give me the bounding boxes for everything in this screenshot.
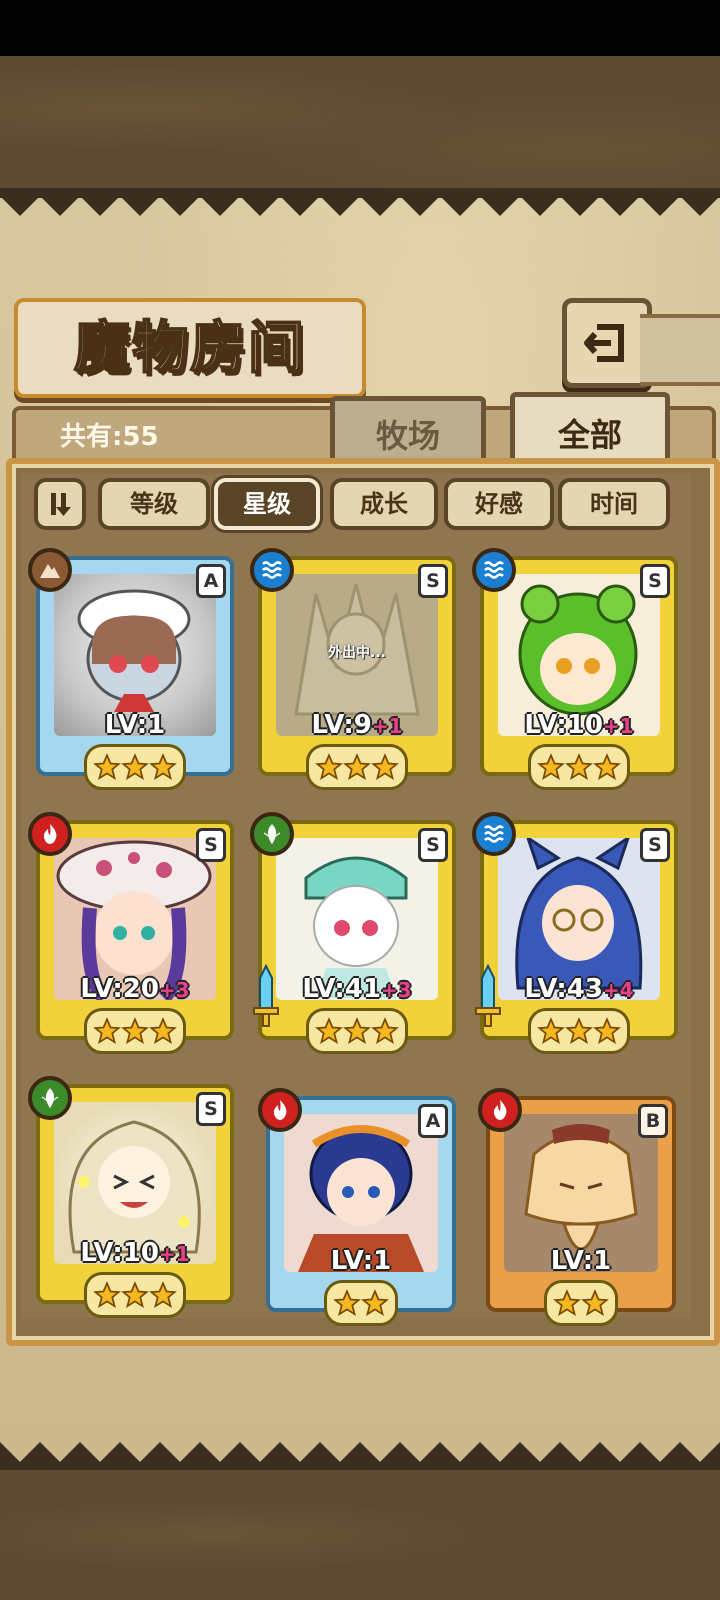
level-label: LV:10+1 bbox=[524, 710, 634, 740]
star-icon bbox=[343, 753, 371, 780]
sort-order-icon bbox=[51, 493, 71, 516]
leaf-icon bbox=[41, 1088, 59, 1109]
star-icon bbox=[361, 1289, 389, 1316]
monster-count: 共有:55 bbox=[60, 422, 159, 452]
star-icon bbox=[121, 753, 149, 780]
star-icon bbox=[93, 753, 121, 780]
element-grass-badge bbox=[250, 812, 294, 856]
page-title: 魔物房间 bbox=[73, 314, 306, 382]
star-icon bbox=[121, 1281, 149, 1308]
monster-card[interactable]: S LV:43+4 bbox=[472, 812, 678, 1054]
title-plate: 魔物房间 bbox=[14, 298, 366, 398]
monster-card[interactable]: S LV:41+3 bbox=[250, 812, 456, 1054]
star-icon bbox=[121, 1017, 149, 1044]
star-icon bbox=[565, 753, 593, 780]
star-icon bbox=[371, 1017, 399, 1044]
level-label: LV:1 bbox=[104, 710, 166, 740]
monster-card[interactable]: S LV:10+1 bbox=[28, 1076, 234, 1318]
element-fire-badge bbox=[28, 812, 72, 856]
map-background-top bbox=[0, 56, 720, 188]
star-rating bbox=[324, 1280, 398, 1326]
monster-card[interactable]: A LV:1 bbox=[258, 1088, 456, 1326]
element-water-badge bbox=[250, 548, 294, 592]
water-wave-icon bbox=[484, 561, 504, 579]
grade-badge: S bbox=[196, 1092, 226, 1126]
star-icon bbox=[93, 1017, 121, 1044]
element-grass-badge bbox=[28, 1076, 72, 1120]
level-label: LV:9+1 bbox=[311, 710, 403, 740]
star-icon bbox=[553, 1289, 581, 1316]
element-water-badge bbox=[472, 812, 516, 856]
star-icon bbox=[93, 1281, 121, 1308]
star-icon bbox=[593, 753, 621, 780]
sort-level-button[interactable]: 等级 bbox=[98, 478, 210, 530]
star-icon bbox=[343, 1017, 371, 1044]
star-icon bbox=[537, 753, 565, 780]
flame-icon bbox=[493, 1100, 507, 1120]
status-bar bbox=[0, 0, 720, 56]
grade-badge: B bbox=[638, 1104, 668, 1138]
sort-time-button[interactable]: 时间 bbox=[558, 478, 670, 530]
mountain-icon bbox=[40, 564, 60, 578]
star-rating bbox=[84, 1272, 186, 1318]
star-icon bbox=[149, 753, 177, 780]
zigzag-border-bottom bbox=[0, 1442, 720, 1470]
level-label: LV:1 bbox=[330, 1246, 392, 1276]
leaf-icon bbox=[263, 824, 281, 845]
grade-badge: S bbox=[196, 828, 226, 862]
star-icon bbox=[371, 753, 399, 780]
star-icon bbox=[537, 1017, 565, 1044]
element-earth-badge bbox=[28, 548, 72, 592]
monster-card[interactable]: B LV:1 bbox=[478, 1088, 676, 1326]
grade-badge: S bbox=[640, 564, 670, 598]
monster-card[interactable]: S LV:20+3 bbox=[28, 812, 234, 1054]
level-label: LV:41+3 bbox=[302, 974, 412, 1004]
water-wave-icon bbox=[484, 825, 504, 843]
element-fire-badge bbox=[258, 1088, 302, 1132]
level-label: LV:10+1 bbox=[80, 1238, 190, 1268]
star-rating bbox=[84, 1008, 186, 1054]
monster-card[interactable]: 外出中... S LV:9+1 bbox=[250, 548, 456, 790]
star-rating bbox=[528, 744, 630, 790]
side-tab-decoration bbox=[640, 314, 720, 386]
back-arrow-icon bbox=[584, 324, 624, 362]
monster-card[interactable]: A LV:1 bbox=[28, 548, 234, 790]
grade-badge: S bbox=[418, 828, 448, 862]
flame-icon bbox=[273, 1100, 287, 1120]
grade-badge: A bbox=[196, 564, 226, 598]
flame-icon bbox=[43, 824, 57, 844]
star-icon bbox=[581, 1289, 609, 1316]
element-water-badge bbox=[472, 548, 516, 592]
level-label: LV:43+4 bbox=[524, 974, 634, 1004]
grade-badge: S bbox=[640, 828, 670, 862]
star-icon bbox=[315, 753, 343, 780]
sort-affection-button[interactable]: 好感 bbox=[444, 478, 554, 530]
back-button[interactable] bbox=[562, 298, 652, 388]
star-icon bbox=[593, 1017, 621, 1044]
element-fire-badge bbox=[478, 1088, 522, 1132]
grade-badge: A bbox=[418, 1104, 448, 1138]
star-rating bbox=[544, 1280, 618, 1326]
star-icon bbox=[333, 1289, 361, 1316]
away-status: 外出中... bbox=[328, 645, 386, 661]
monster-card[interactable]: S LV:10+1 bbox=[472, 548, 678, 790]
level-label: LV:1 bbox=[550, 1246, 612, 1276]
star-rating bbox=[306, 744, 408, 790]
star-icon bbox=[149, 1281, 177, 1308]
grade-badge: S bbox=[418, 564, 448, 598]
star-rating bbox=[528, 1008, 630, 1054]
star-icon bbox=[149, 1017, 177, 1044]
water-wave-icon bbox=[262, 561, 282, 579]
sort-star-button[interactable]: 星级 bbox=[214, 478, 320, 530]
map-background-bottom bbox=[0, 1470, 720, 1600]
level-label: LV:20+3 bbox=[80, 974, 190, 1004]
star-rating bbox=[306, 1008, 408, 1054]
star-icon bbox=[565, 1017, 593, 1044]
star-icon bbox=[315, 1017, 343, 1044]
star-rating bbox=[84, 744, 186, 790]
sort-order-toggle[interactable] bbox=[34, 478, 86, 530]
sort-growth-button[interactable]: 成长 bbox=[330, 478, 438, 530]
zigzag-border-top bbox=[0, 188, 720, 216]
